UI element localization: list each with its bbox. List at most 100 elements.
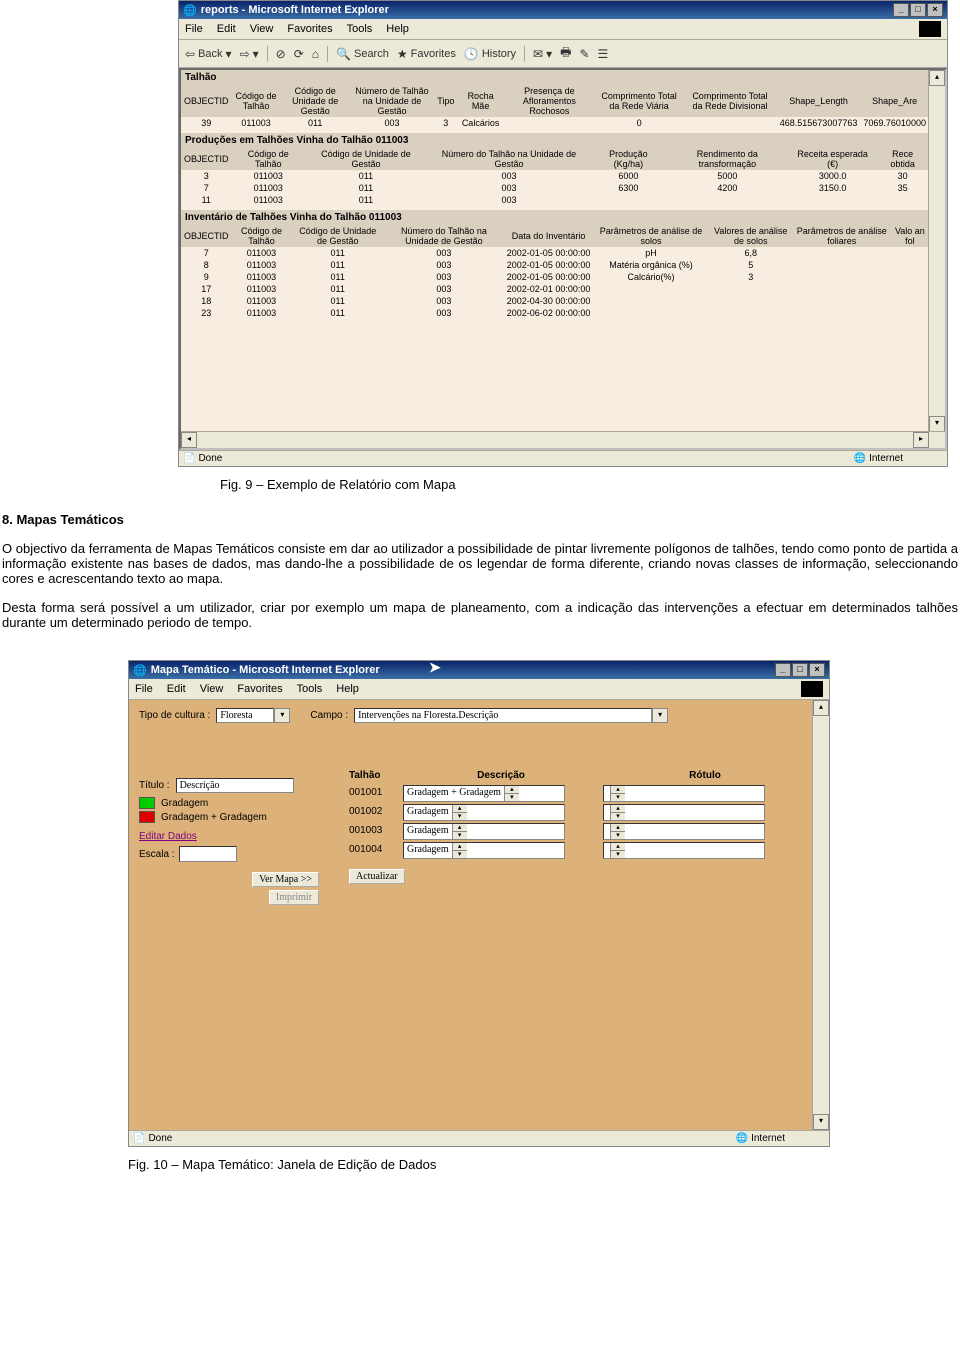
history-button[interactable]: 🕓History [464,47,516,61]
forward-button[interactable]: ⇨▾ [240,47,259,61]
minimize-button[interactable]: _ [893,3,909,17]
actualizar-button[interactable]: Actualizar [349,869,405,884]
status-zone: Internet [869,453,903,464]
legend-swatch-red [139,811,155,823]
menu-favorites[interactable]: Favorites [287,23,332,35]
chevron-down-icon[interactable]: ▾ [652,708,668,723]
scroll-down-button[interactable]: ▾ [813,1114,829,1130]
window-controls: _ □ × [893,3,943,17]
menu-file[interactable]: File [135,683,153,695]
close-button[interactable]: × [927,3,943,17]
ver-mapa-button[interactable]: Ver Mapa >> [252,872,319,887]
vertical-scrollbar[interactable]: ▴ ▾ [812,700,829,1130]
discuss-icon: ☰ [598,47,609,61]
menu-help[interactable]: Help [336,683,359,695]
mail-button[interactable]: ✉▾ [533,47,552,61]
vertical-scrollbar[interactable]: ▴ ▾ [928,70,945,432]
maximize-button[interactable]: □ [792,663,808,677]
scroll-down-button[interactable]: ▾ [929,416,945,432]
grid-row: 001003 Gradagem▴▾ ▴▾ [349,823,807,840]
table-row: 80110030110032002-01-05 00:00:00Matéria … [181,259,929,271]
descricao-input[interactable]: Gradagem▴▾ [403,804,565,821]
grid-row: 001001 Gradagem + Gradagem▴▾ ▴▾ [349,785,807,802]
discuss-button[interactable]: ☰ [598,47,609,61]
favorites-button[interactable]: ★Favorites [397,47,456,61]
section1-title: Talhão [181,70,929,85]
rotulo-input[interactable]: ▴▾ [603,823,765,840]
legend-item: Gradagem [139,797,319,809]
chevron-down-icon[interactable]: ▾ [274,708,290,723]
star-icon: ★ [397,47,408,61]
menu-edit[interactable]: Edit [167,683,186,695]
print-icon: 🖶 [560,43,571,64]
back-button[interactable]: ⇦Back▾ [185,47,232,61]
history-icon: 🕓 [464,47,479,61]
menu-help[interactable]: Help [386,23,409,35]
menu-tools[interactable]: Tools [297,683,323,695]
forward-icon: ⇨ [240,47,250,61]
tipo-cultura-label: Tipo de cultura : [139,710,210,721]
window-titlebar: 🌐 Mapa Temático - Microsoft Internet Exp… [129,661,829,679]
table-row: 39011003 011003 3Calcários 0 468.5156730… [181,117,929,129]
section-heading: 8. Mapas Temáticos [2,512,958,527]
escala-input[interactable] [179,846,237,862]
horizontal-scrollbar[interactable]: ◂ ▸ [181,431,945,448]
grid-header: Talhão Descrição Rótulo [349,770,807,781]
menu-view[interactable]: View [200,683,224,695]
mail-icon: ✉ [533,47,543,61]
print-button[interactable]: 🖶 [560,43,571,64]
minimize-button[interactable]: _ [775,663,791,677]
escala-label: Escala : [139,849,175,860]
left-panel: Título : Descrição Gradagem Gradagem + G… [139,778,319,905]
tipo-cultura-select[interactable]: Floresta ▾ [216,708,290,723]
scroll-up-button[interactable]: ▴ [813,700,829,716]
status-bar: 📄 Done 🌐 Internet [129,1130,829,1146]
home-button[interactable]: ⌂ [312,47,319,61]
menu-file[interactable]: File [185,23,203,35]
campo-select[interactable]: Intervenções na Floresta.Descrição ▾ [354,708,668,723]
menu-view[interactable]: View [250,23,274,35]
menu-bar: File Edit View Favorites Tools Help [179,19,947,40]
report-content: Talhão OBJECTIDCódigo de Talhão Código d… [179,68,947,450]
status-zone: Internet [751,1133,785,1144]
fig10-caption: Fig. 10 – Mapa Temático: Janela de Ediçã… [128,1157,960,1172]
window-title: reports - Microsoft Internet Explorer [201,4,389,16]
scroll-right-button[interactable]: ▸ [913,432,929,448]
editar-dados-link[interactable]: Editar Dados [139,831,319,842]
menu-edit[interactable]: Edit [217,23,236,35]
refresh-button[interactable]: ⟳ [294,47,304,61]
titulo-input[interactable]: Descrição [176,778,294,793]
close-button[interactable]: × [809,663,825,677]
descricao-input[interactable]: Gradagem▴▾ [403,842,565,859]
rotulo-input[interactable]: ▴▾ [603,804,765,821]
stop-button[interactable]: ⊘ [276,47,286,61]
rotulo-input[interactable]: ▴▾ [603,785,765,802]
globe-icon: 🌐 [736,1133,748,1144]
menu-favorites[interactable]: Favorites [237,683,282,695]
cursor-icon: ➤ [429,659,441,676]
edit-button[interactable]: ✎ [579,47,589,61]
fig9-window: 🌐 reports - Microsoft Internet Explorer … [178,0,948,467]
grid-panel: Talhão Descrição Rótulo 001001 Gradagem … [349,770,807,884]
status-bar: 📄 Done 🌐 Internet [179,450,947,466]
search-button[interactable]: 🔍Search [336,47,389,61]
back-icon: ⇦ [185,47,195,61]
titulo-label: Título : [139,780,170,791]
paragraph-1: O objectivo da ferramenta de Mapas Temát… [2,541,958,586]
window-titlebar: 🌐 reports - Microsoft Internet Explorer … [179,1,947,19]
maximize-button[interactable]: □ [910,3,926,17]
menu-tools[interactable]: Tools [347,23,373,35]
status-text: Done [198,453,222,464]
page-icon: 📄 [183,453,195,464]
table-header-row: OBJECTIDCódigo de Talhão Código de Unida… [181,225,929,247]
legend-label: Gradagem + Gradagem [161,812,267,823]
table-row: 230110030110032002-06-02 00:00:00 [181,307,929,319]
descricao-input[interactable]: Gradagem + Gradagem▴▾ [403,785,565,802]
descricao-input[interactable]: Gradagem▴▾ [403,823,565,840]
scroll-up-button[interactable]: ▴ [929,70,945,86]
rotulo-input[interactable]: ▴▾ [603,842,765,859]
scroll-left-button[interactable]: ◂ [181,432,197,448]
grid-row: 001004 Gradagem▴▾ ▴▾ [349,842,807,859]
imprimir-button[interactable]: Imprimir [269,890,319,905]
search-icon: 🔍 [336,47,351,61]
